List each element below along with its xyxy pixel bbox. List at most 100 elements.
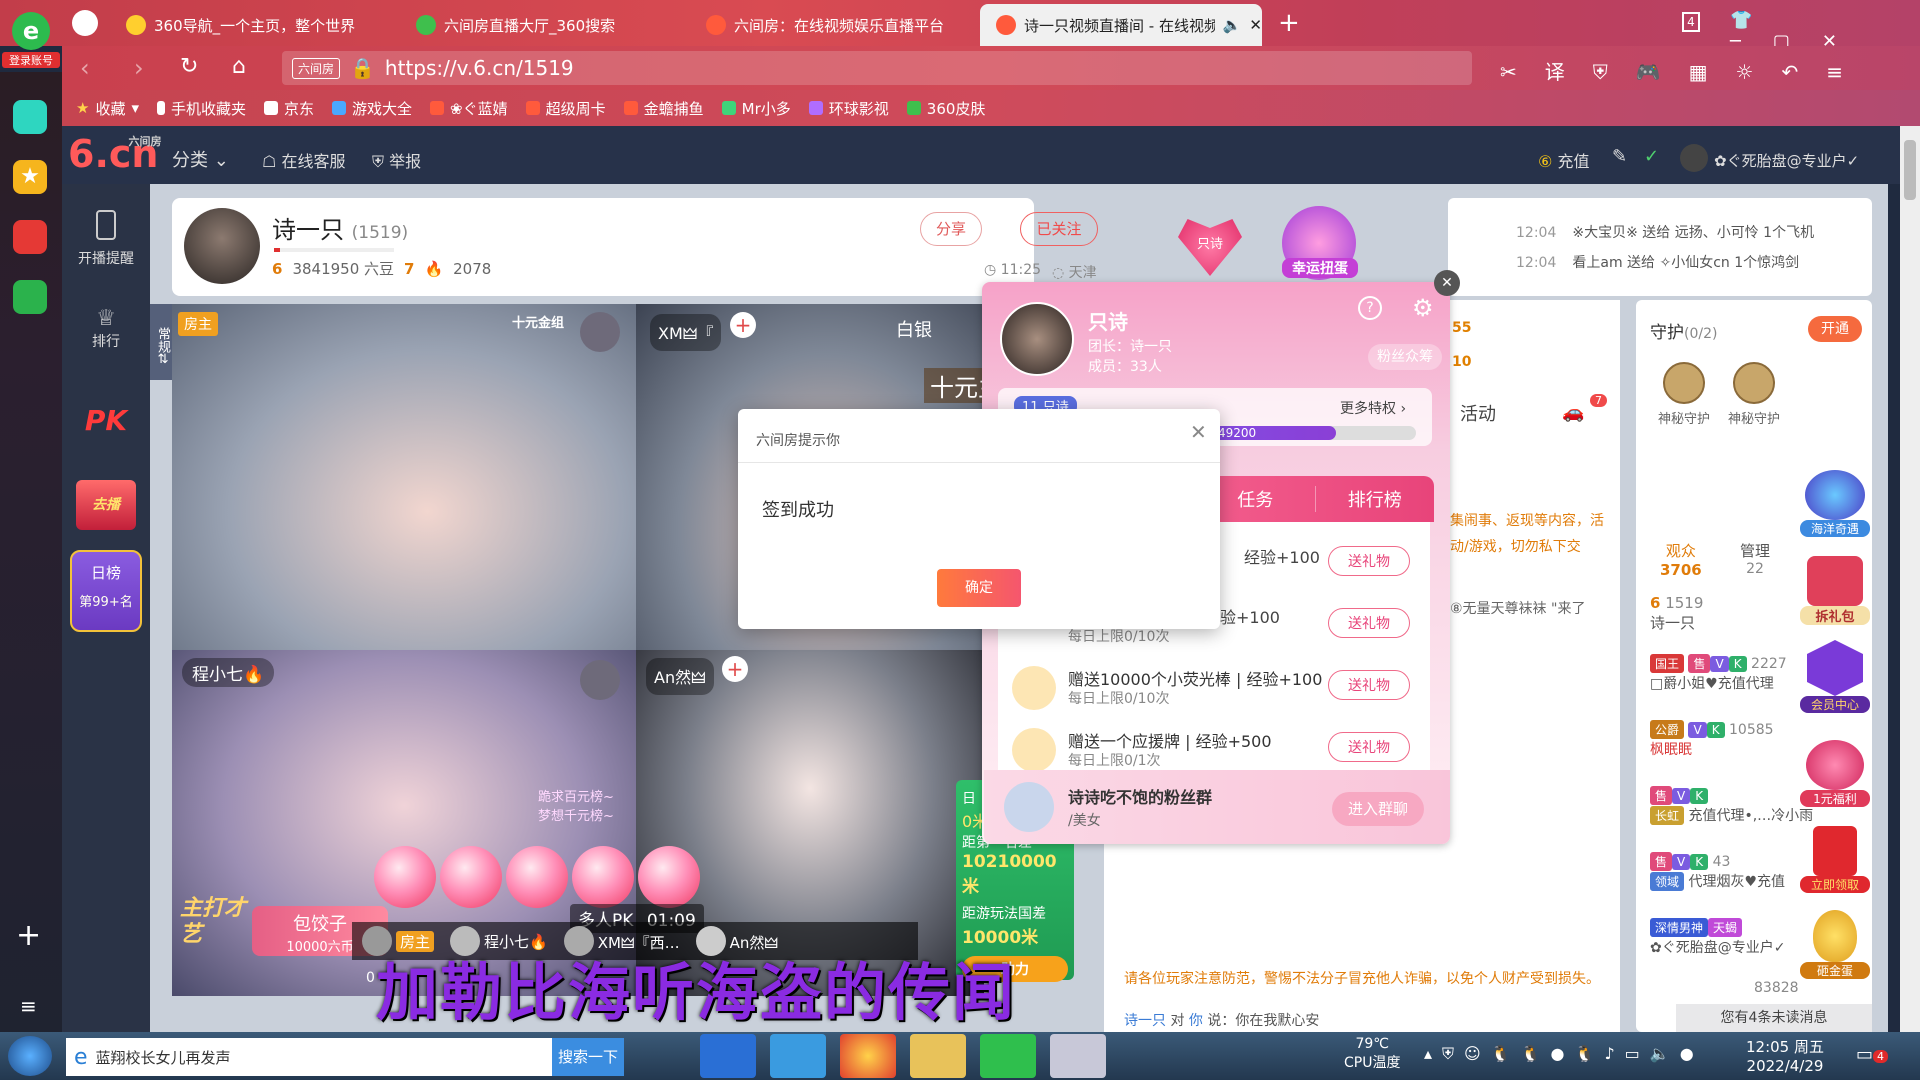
- audience-row[interactable]: 国王 售VK 2227 □爵小姐♥充值代理: [1650, 654, 1820, 693]
- bookmark-item[interactable]: 金蟾捕鱼: [623, 98, 704, 119]
- notification-icon[interactable]: ▭ 4: [1856, 1044, 1889, 1065]
- fan-club-avatar[interactable]: [1000, 302, 1074, 376]
- car-icon[interactable]: 🚗: [1562, 402, 1584, 423]
- edit-icon[interactable]: ✎: [1612, 146, 1627, 167]
- dialog-close-icon[interactable]: ✕: [1190, 420, 1207, 444]
- report-link[interactable]: ⛨ 举报: [372, 148, 421, 172]
- gear-icon[interactable]: ⚙: [1412, 294, 1434, 322]
- close-icon[interactable]: ✕: [1434, 270, 1460, 296]
- bookmark-item[interactable]: Mr小多: [721, 98, 791, 119]
- check-icon[interactable]: ✓: [1644, 146, 1659, 167]
- audience-tab[interactable]: 观众 3706: [1660, 540, 1702, 579]
- promo-one-yuan[interactable]: 1元福利: [1800, 740, 1870, 816]
- search-button[interactable]: 搜索一下: [551, 1038, 624, 1076]
- tab-live-room[interactable]: 诗一只视频直播间 - 在线视频 🔈 ✕: [980, 4, 1262, 46]
- promo-gift-pack[interactable]: 拆礼包: [1800, 556, 1870, 632]
- guard-slot[interactable]: 神秘守护: [1722, 362, 1786, 427]
- video-stream-host[interactable]: [172, 304, 636, 650]
- refresh-icon[interactable]: ↻: [180, 54, 198, 79]
- chat-tab-activity[interactable]: 活动: [1460, 400, 1496, 426]
- audience-row[interactable]: 83828: [1650, 980, 1820, 996]
- regular-tab[interactable]: 常规⇄: [150, 304, 172, 380]
- followed-button[interactable]: 已关注: [1020, 212, 1098, 246]
- taskbar-search[interactable]: e 蓝翔校长女儿再发声 搜索一下: [66, 1038, 624, 1076]
- enter-group-button[interactable]: 进入群聊: [1332, 792, 1424, 826]
- mute-icon[interactable]: 🔈: [1223, 16, 1242, 34]
- start-button[interactable]: [8, 1036, 52, 1076]
- home-icon[interactable]: ⌂: [232, 54, 246, 79]
- audience-row[interactable]: 深情男神 天蝎 ✿ぐ死胎盘@专业户✓: [1650, 918, 1820, 957]
- address-bar[interactable]: 六间房 🔒 https://v.6.cn/1519: [282, 51, 1472, 85]
- back-icon[interactable]: ‹: [80, 54, 90, 82]
- new-tab-button[interactable]: +: [1278, 8, 1300, 38]
- tab-count-badge[interactable]: 4: [1682, 12, 1700, 32]
- weibo-icon[interactable]: [13, 220, 47, 254]
- dialog-ok-button[interactable]: 确定: [937, 569, 1021, 607]
- more-privileges-link[interactable]: 更多特权 ›: [1340, 398, 1406, 418]
- help-icon[interactable]: ?: [1358, 296, 1382, 320]
- customer-service-link[interactable]: ☖ 在线客服: [262, 148, 345, 172]
- audience-row[interactable]: 公爵 VK 10585 枫眠眠: [1650, 720, 1820, 759]
- favorites-star-icon[interactable]: ★: [13, 160, 47, 194]
- scrollbar-thumb[interactable]: [1904, 140, 1916, 200]
- share-button[interactable]: 分享: [920, 212, 982, 246]
- daily-rank-badge[interactable]: 日榜 第99+名: [70, 550, 142, 632]
- tab-360-search[interactable]: 六间房直播大厅_360搜索: [400, 4, 690, 46]
- telegram-icon[interactable]: [72, 10, 98, 36]
- manage-tab[interactable]: 管理 22: [1740, 540, 1770, 577]
- send-gift-button[interactable]: 送礼物: [1328, 670, 1410, 700]
- bookmark-item[interactable]: 手机收藏夹: [157, 98, 246, 119]
- audience-host-row[interactable]: 6 1519 诗一只: [1650, 594, 1703, 633]
- mail-icon[interactable]: [13, 280, 47, 314]
- page-scrollbar[interactable]: [1900, 126, 1920, 1032]
- tab-360-nav[interactable]: 360导航_一个主页，整个世界: [110, 4, 400, 46]
- fan-crowdfund-button[interactable]: 粉丝众筹: [1368, 344, 1442, 370]
- search-text[interactable]: 蓝翔校长女儿再发声: [96, 1047, 552, 1068]
- bookmark-favorites[interactable]: ★ 收藏 ▾: [76, 98, 139, 119]
- bookmark-item[interactable]: 超级周卡: [525, 98, 606, 119]
- pk-item[interactable]: PK: [62, 404, 150, 437]
- audience-row[interactable]: 售VK 43 领域 代理烟灰♥充值: [1650, 852, 1820, 891]
- bookmark-item[interactable]: 环球影视: [808, 98, 889, 119]
- bookmark-item[interactable]: 京东: [264, 98, 314, 119]
- guard-slot[interactable]: 神秘守护: [1652, 362, 1716, 427]
- send-gift-button[interactable]: 送礼物: [1328, 608, 1410, 638]
- add-icon[interactable]: +: [722, 656, 748, 682]
- unread-messages[interactable]: 您有4条未读消息: [1676, 1004, 1872, 1032]
- audience-row[interactable]: 售VK 长虹 充值代理•,…冷小雨: [1650, 786, 1820, 825]
- username-menu[interactable]: ✿ぐ死胎盘@专业户✓: [1714, 150, 1859, 171]
- taskbar-app-k[interactable]: [700, 1034, 756, 1078]
- promo-claim[interactable]: 立即领取: [1800, 826, 1870, 902]
- category-menu[interactable]: 分类 ⌄: [172, 146, 229, 172]
- url-text[interactable]: https://v.6.cn/1519: [385, 56, 574, 80]
- taskbar-app-chrome[interactable]: [840, 1034, 896, 1078]
- taskbar-app-ie[interactable]: [770, 1034, 826, 1078]
- live-reminder-item[interactable]: 开播提醒: [62, 210, 150, 268]
- promo-member-center[interactable]: 会员中心: [1800, 640, 1870, 716]
- tray-icons[interactable]: ▴⛨☺🐧🐧●🐧♪▭🔈●: [1424, 1044, 1704, 1064]
- menu-rail-icon[interactable]: ≡: [20, 994, 37, 1018]
- tab-6cn-home[interactable]: 六间房：在线视频娱乐直播平台: [690, 4, 980, 46]
- tab-ranking[interactable]: 排行榜: [1314, 486, 1435, 512]
- close-tab-icon[interactable]: ✕: [1249, 16, 1262, 34]
- add-icon[interactable]: +: [730, 312, 756, 338]
- taskbar-app-folder[interactable]: [910, 1034, 966, 1078]
- browser-logo-icon[interactable]: e: [12, 12, 50, 50]
- login-label[interactable]: 登录账号: [2, 52, 60, 68]
- bookmark-item[interactable]: ❀ぐ蓝婧: [430, 98, 508, 119]
- seat-icon[interactable]: [580, 660, 620, 700]
- taskbar-app-game[interactable]: [1050, 1034, 1106, 1078]
- clock[interactable]: 12:05 周五 2022/4/29: [1746, 1036, 1824, 1075]
- toolbar-icons[interactable]: ✂译⛨🎮▦☼↶≡: [1500, 56, 1871, 85]
- bookmark-item[interactable]: 游戏大全: [332, 98, 412, 119]
- send-gift-button[interactable]: 送礼物: [1328, 732, 1410, 762]
- bookmark-item[interactable]: 360皮肤: [906, 98, 985, 119]
- seat-icon[interactable]: [580, 312, 620, 352]
- promo-golden-egg[interactable]: 砸金蛋: [1800, 910, 1870, 986]
- host-avatar[interactable]: [184, 208, 260, 284]
- send-gift-button[interactable]: 送礼物: [1328, 546, 1410, 576]
- forward-icon[interactable]: ›: [134, 54, 144, 82]
- open-guard-button[interactable]: 开通: [1808, 316, 1862, 342]
- ranking-item[interactable]: ♕ 排行: [62, 306, 150, 351]
- go-live-item[interactable]: 去播: [76, 480, 136, 530]
